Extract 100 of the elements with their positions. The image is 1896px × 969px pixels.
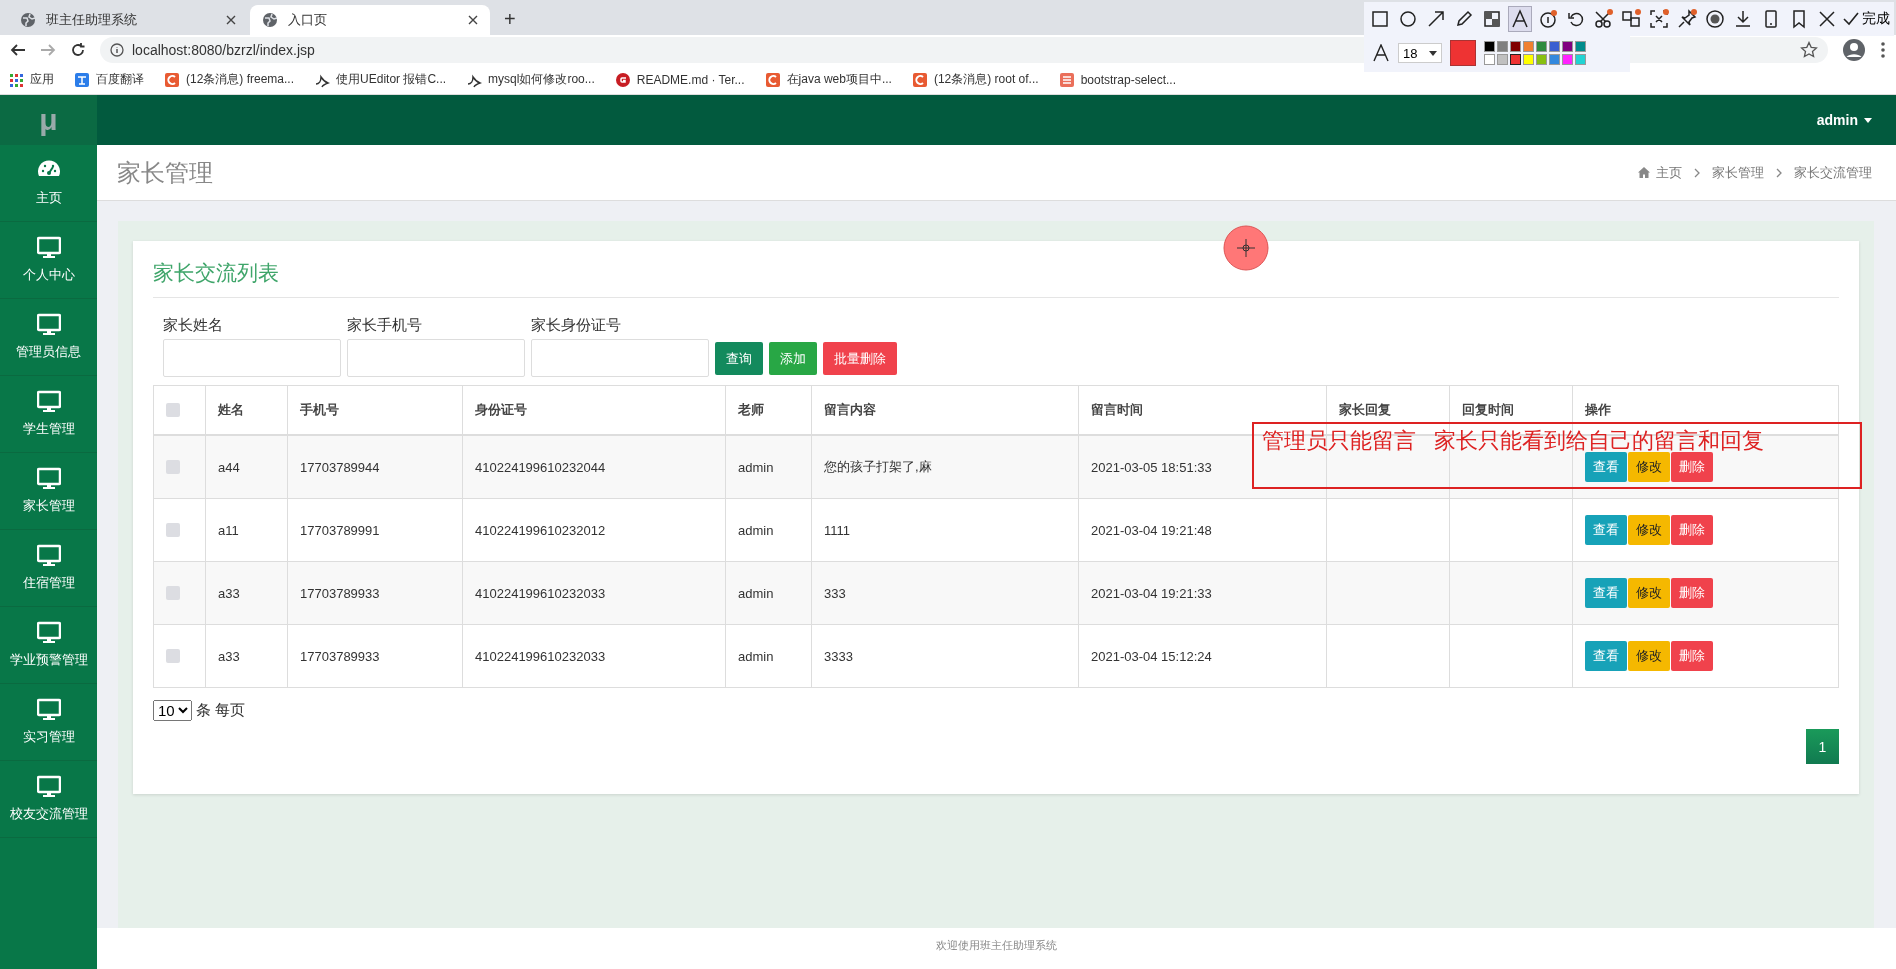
star-icon[interactable]	[1800, 41, 1818, 59]
browser-tab[interactable]: 入口页	[250, 5, 490, 35]
bookmark-link[interactable]: mysql如何修改roo...	[466, 71, 595, 88]
user-menu[interactable]: admin	[1816, 112, 1872, 128]
table-cell: 2021-03-04 15:12:24	[1091, 648, 1212, 664]
new-tab-button[interactable]: +	[492, 8, 528, 35]
info-icon	[110, 43, 124, 57]
table-cell: admin	[738, 459, 774, 475]
record-icon[interactable]	[1705, 9, 1726, 29]
pin-icon[interactable]	[1677, 9, 1698, 29]
checkbox[interactable]	[166, 523, 180, 537]
batch-delete-button[interactable]: 批量删除	[823, 342, 897, 375]
color-swatch[interactable]	[1523, 54, 1534, 65]
current-color-swatch[interactable]	[1450, 40, 1476, 66]
delete-button[interactable]: 删除	[1671, 452, 1713, 482]
circle-icon[interactable]	[1397, 9, 1418, 29]
text-field[interactable]	[347, 339, 525, 377]
page-size-label: 条 每页	[196, 701, 246, 720]
color-swatch[interactable]	[1484, 54, 1495, 65]
color-swatch[interactable]	[1536, 41, 1547, 52]
view-button[interactable]: 查看	[1585, 641, 1627, 671]
chevron-icon	[1776, 167, 1782, 178]
translate-icon	[74, 71, 90, 88]
bookmark-link[interactable]: (12条消息) freema...	[164, 71, 295, 88]
monitor-icon	[36, 236, 61, 260]
ocr-icon[interactable]	[1649, 9, 1670, 29]
view-button[interactable]: 查看	[1585, 578, 1627, 608]
close-icon[interactable]	[1816, 9, 1837, 29]
color-swatch[interactable]	[1575, 54, 1586, 65]
delete-button[interactable]: 删除	[1671, 515, 1713, 545]
square-logo-icon	[1058, 71, 1075, 88]
c-logo-icon	[911, 71, 928, 88]
g-logo-icon	[614, 71, 631, 88]
check-icon	[1842, 12, 1859, 26]
monitor-icon	[36, 467, 61, 491]
color-swatch[interactable]	[1497, 54, 1508, 65]
table-cell: 410224199610232044	[475, 459, 606, 475]
mosaic-icon[interactable]	[1481, 9, 1502, 29]
checkbox[interactable]	[166, 403, 180, 417]
bookmark-link[interactable]: 应用	[8, 71, 54, 88]
table-cell: admin	[738, 585, 774, 601]
color-swatch[interactable]	[1484, 41, 1495, 52]
color-swatch[interactable]	[1549, 41, 1560, 52]
close-icon[interactable]	[226, 15, 236, 25]
color-swatch[interactable]	[1562, 54, 1573, 65]
add-button[interactable]: 添加	[769, 342, 817, 375]
color-swatch[interactable]	[1523, 41, 1534, 52]
bookmark-link[interactable]: (12条消息) root of...	[911, 71, 1039, 88]
page-button[interactable]: 1	[1806, 729, 1839, 764]
table-cell: 410224199610232033	[475, 648, 606, 664]
color-swatch[interactable]	[1562, 41, 1573, 52]
checkbox[interactable]	[166, 649, 180, 663]
field-label: 家长手机号	[347, 316, 423, 335]
footer-text: 欢迎使用班主任助理系统	[936, 938, 1057, 952]
translate-icon[interactable]	[1621, 9, 1642, 29]
edit-button[interactable]: 修改	[1628, 578, 1670, 608]
view-button[interactable]: 查看	[1585, 515, 1627, 545]
more-icon[interactable]	[1880, 41, 1886, 59]
rectangle-icon[interactable]	[1369, 9, 1390, 29]
breadcrumb-link[interactable]: 家长管理	[1712, 163, 1764, 182]
back-icon[interactable]	[10, 42, 26, 58]
avatar-icon[interactable]	[1842, 38, 1866, 62]
checkbox[interactable]	[166, 586, 180, 600]
c-logo-icon	[164, 71, 180, 88]
color-swatch[interactable]	[1549, 54, 1560, 65]
bookmark-link[interactable]: README.md · Ter...	[614, 71, 745, 88]
edit-button[interactable]: 修改	[1628, 641, 1670, 671]
browser-tab[interactable]: 班主任助理系统	[8, 5, 248, 35]
color-swatch[interactable]	[1536, 54, 1547, 65]
edit-button[interactable]: 修改	[1628, 515, 1670, 545]
monitor-icon	[36, 313, 61, 337]
text-field[interactable]	[163, 339, 341, 377]
scissors-icon[interactable]	[1593, 9, 1614, 29]
text-field[interactable]	[531, 339, 709, 377]
monitor-icon	[36, 775, 61, 799]
bookmark-link[interactable]: 在java web项目中...	[764, 71, 892, 88]
color-swatch[interactable]	[1497, 41, 1508, 52]
numbered-marker-icon[interactable]	[1537, 9, 1558, 29]
page-size-select[interactable]: 10	[153, 700, 192, 721]
delete-button[interactable]: 删除	[1671, 578, 1713, 608]
checkbox[interactable]	[166, 460, 180, 474]
bookmark-link[interactable]: 百度翻译	[74, 71, 144, 88]
color-swatch[interactable]	[1575, 41, 1586, 52]
color-swatch[interactable]	[1510, 41, 1521, 52]
apps-icon	[8, 71, 24, 88]
edit-button[interactable]: 修改	[1628, 452, 1670, 482]
bookmark-link[interactable]: bootstrap-select...	[1058, 71, 1176, 88]
text-icon[interactable]	[1509, 9, 1530, 29]
delete-button[interactable]: 删除	[1671, 641, 1713, 671]
color-swatch[interactable]	[1510, 54, 1521, 65]
reload-icon[interactable]	[70, 42, 86, 58]
view-button[interactable]: 查看	[1585, 452, 1627, 482]
font-size-select[interactable]: 18	[1398, 43, 1442, 63]
done-button[interactable]: 完成	[1842, 10, 1890, 28]
table-cell: 17703789991	[300, 522, 380, 538]
close-icon[interactable]	[468, 15, 478, 25]
breadcrumb-link[interactable]: 主页	[1638, 163, 1682, 182]
table-cell: 410224199610232012	[475, 522, 606, 538]
search-button[interactable]: 查询	[715, 342, 763, 375]
bookmark-link[interactable]: 使用UEditor 报错C...	[314, 71, 447, 88]
